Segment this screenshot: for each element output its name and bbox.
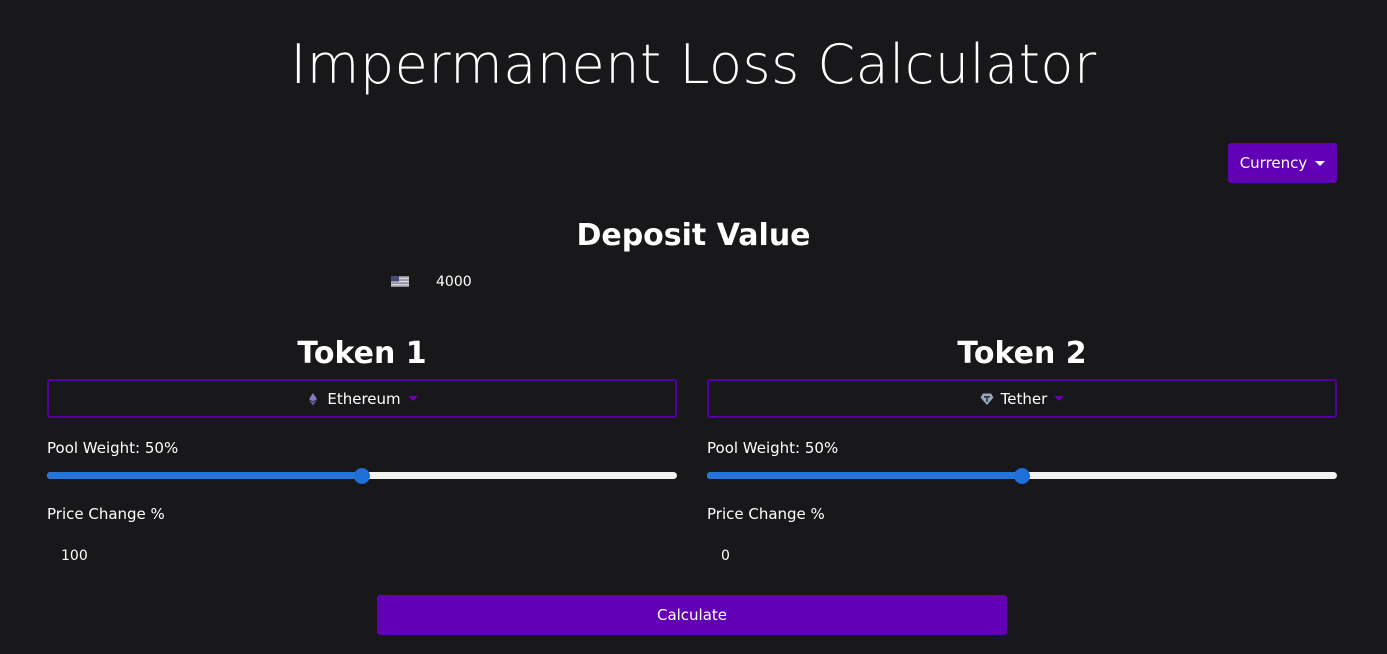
caret-down-icon [1315, 160, 1326, 166]
token-2-price-change-input[interactable] [707, 544, 1337, 568]
us-flag-icon [391, 276, 409, 287]
token-1-pool-weight-slider[interactable] [47, 468, 677, 484]
slider-fill [707, 472, 1022, 479]
token-1-pool-weight-label: Pool Weight: 50% [47, 439, 179, 457]
deposit-value-input[interactable] [426, 270, 966, 294]
token-2-panel: Token 2 Tether Pool Weight: 50% Price Ch… [707, 330, 1337, 568]
token-2-heading: Token 2 [957, 336, 1087, 371]
token-2-select[interactable]: Tether [707, 379, 1337, 418]
token-2-price-change-label: Price Change % [707, 505, 825, 523]
currency-button-label: Currency [1239, 154, 1308, 172]
token-1-heading: Token 1 [297, 336, 427, 371]
slider-thumb[interactable] [1014, 468, 1030, 484]
token-2-pool-weight-label: Pool Weight: 50% [707, 439, 839, 457]
token-1-panel: Token 1 Ethereum Pool Weight: 50% Price … [47, 330, 677, 568]
token-1-price-change-label: Price Change % [47, 505, 165, 523]
ethereum-icon [309, 392, 318, 405]
calculate-button[interactable]: Calculate [377, 595, 1007, 635]
caret-down-icon [1054, 396, 1065, 401]
calculator-page: Impermanent Loss Calculator Currency Dep… [0, 0, 1387, 654]
deposit-value-heading: Deposit Value [576, 218, 811, 253]
slider-thumb[interactable] [354, 468, 370, 484]
token-2-selected-label: Tether [1000, 389, 1048, 408]
token-2-pool-weight-slider[interactable] [707, 468, 1337, 484]
currency-dropdown-button[interactable]: Currency [1228, 143, 1337, 183]
caret-down-icon [407, 396, 418, 401]
page-title: Impermanent Loss Calculator [290, 33, 1097, 96]
token-1-price-change-input[interactable] [47, 544, 677, 568]
tether-icon [980, 393, 994, 405]
token-1-select[interactable]: Ethereum [47, 379, 677, 418]
token-1-selected-label: Ethereum [327, 389, 401, 408]
slider-fill [47, 472, 362, 479]
